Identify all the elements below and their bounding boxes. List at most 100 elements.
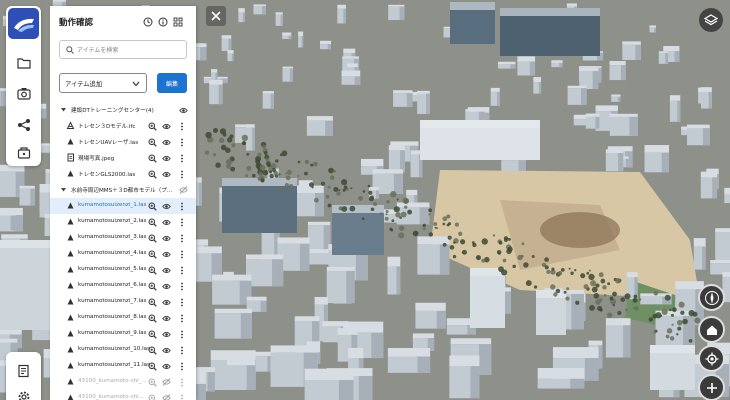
- tree-item-row[interactable]: kumamotosuizenzi_6.las: [50, 278, 196, 294]
- more-menu-icon[interactable]: [177, 281, 187, 291]
- rail-camera-button[interactable]: [11, 81, 36, 106]
- more-menu-icon[interactable]: [177, 233, 187, 243]
- tree-item-label: kumamotosuizenzi_9.las: [78, 330, 147, 336]
- locate-button[interactable]: [698, 345, 725, 372]
- tree-item-row[interactable]: トレセン３Dモデル.ifc: [50, 118, 196, 134]
- edit-button[interactable]: 編集: [157, 73, 187, 93]
- visibility-icon[interactable]: [161, 217, 171, 227]
- zoom-to-icon[interactable]: [147, 313, 157, 323]
- visibility-icon[interactable]: [161, 249, 171, 259]
- tree-item-row[interactable]: kumamotosuizenzi_2.las: [50, 214, 196, 230]
- tree-item-row[interactable]: kumamotosuizenzi_9.las: [50, 326, 196, 342]
- more-menu-icon[interactable]: [177, 329, 187, 339]
- more-menu-icon[interactable]: [177, 313, 187, 323]
- visibility-icon[interactable]: [161, 281, 171, 291]
- tree-item-row[interactable]: トレセンUAVレーザ.las: [50, 134, 196, 150]
- zoom-to-icon[interactable]: [147, 345, 157, 355]
- tree-item-row[interactable]: kumamotosuizenzi_10.las: [50, 342, 196, 358]
- more-menu-icon[interactable]: [177, 201, 187, 211]
- visibility-icon[interactable]: [161, 265, 171, 275]
- tree-item-row[interactable]: 43100_kumamoto-shi...: [50, 390, 196, 400]
- tree-item-row[interactable]: kumamotosuizenzi_3.las: [50, 230, 196, 246]
- visibility-icon[interactable]: [161, 361, 171, 371]
- tree-item-label: kumamotosuizenzi_1.las: [78, 202, 147, 208]
- visibility-icon[interactable]: [161, 121, 171, 131]
- grid-view-button[interactable]: [172, 16, 183, 27]
- info-button[interactable]: [157, 16, 168, 27]
- rail-folder-button[interactable]: [11, 50, 36, 75]
- visibility-off-icon[interactable]: [161, 393, 171, 400]
- close-icon: [211, 11, 221, 21]
- visibility-icon[interactable]: [161, 153, 171, 163]
- tree-item-row[interactable]: kumamotosuizenzi_4.las: [50, 246, 196, 262]
- caret-down-icon[interactable]: [59, 185, 68, 194]
- tree-folder-row[interactable]: 建設DTトレーニングセンター(4): [50, 102, 196, 118]
- zoom-to-icon[interactable]: [147, 281, 157, 291]
- visibility-icon[interactable]: [161, 297, 171, 307]
- rail-notes-button[interactable]: [11, 358, 36, 383]
- point-cloud-icon: [66, 393, 75, 400]
- zoom-to-icon[interactable]: [147, 297, 157, 307]
- tree-item-row[interactable]: kumamotosuizenzi_1.las: [50, 198, 196, 214]
- zoom-to-icon[interactable]: [147, 217, 157, 227]
- more-menu-icon[interactable]: [177, 121, 187, 131]
- zoom-in-button[interactable]: [698, 374, 725, 400]
- rail-drive-button[interactable]: [11, 140, 36, 165]
- tree-item-row[interactable]: kumamotosuizenzi_11.las: [50, 358, 196, 374]
- tree-item-label: 建設DTトレーニングセンター(4): [71, 108, 154, 114]
- home-button[interactable]: [698, 316, 725, 343]
- zoom-to-icon[interactable]: [147, 201, 157, 211]
- more-menu-icon[interactable]: [177, 297, 187, 307]
- zoom-to-icon[interactable]: [147, 265, 157, 275]
- visibility-off-icon[interactable]: [161, 377, 171, 387]
- visibility-icon[interactable]: [161, 329, 171, 339]
- more-menu-icon[interactable]: [177, 361, 187, 371]
- notes-icon: [17, 364, 29, 377]
- close-map-button[interactable]: [206, 6, 226, 26]
- zoom-to-icon[interactable]: [147, 233, 157, 243]
- more-menu-icon[interactable]: [177, 265, 187, 275]
- zoom-to-icon[interactable]: [147, 393, 157, 400]
- visibility-icon[interactable]: [161, 233, 171, 243]
- tree-item-row[interactable]: kumamotosuizenzi_8.las: [50, 310, 196, 326]
- compass-button[interactable]: [698, 284, 725, 311]
- visibility-off-icon[interactable]: [178, 185, 188, 195]
- zoom-to-icon[interactable]: [147, 169, 157, 179]
- zoom-to-icon[interactable]: [147, 377, 157, 387]
- add-item-select[interactable]: アイテム追加: [59, 73, 147, 93]
- tree-item-row[interactable]: トレセンGLS2000.las: [50, 166, 196, 182]
- tree-folder-row[interactable]: 水前寺周辺MMS＋３D都市モデル（プ...: [50, 182, 196, 198]
- rail-settings-button[interactable]: [11, 384, 36, 400]
- visibility-icon[interactable]: [161, 169, 171, 179]
- app-logo[interactable]: [8, 8, 39, 39]
- search-input[interactable]: [77, 44, 182, 56]
- tree-item-row[interactable]: 43100_kumamoto-shi_...: [50, 374, 196, 390]
- visibility-icon[interactable]: [161, 201, 171, 211]
- zoom-to-icon[interactable]: [147, 329, 157, 339]
- more-menu-icon[interactable]: [177, 217, 187, 227]
- visibility-icon[interactable]: [161, 313, 171, 323]
- tree-item-row[interactable]: kumamotosuizenzi_5.las: [50, 262, 196, 278]
- zoom-to-icon[interactable]: [147, 137, 157, 147]
- more-menu-icon[interactable]: [177, 249, 187, 259]
- tree-item-row[interactable]: 現場写真.jpeg: [50, 150, 196, 166]
- layers-button[interactable]: [699, 8, 723, 32]
- tree-item-label: kumamotosuizenzi_6.las: [78, 282, 147, 288]
- caret-down-icon[interactable]: [59, 105, 68, 114]
- zoom-to-icon[interactable]: [147, 153, 157, 163]
- more-menu-icon[interactable]: [177, 393, 187, 400]
- zoom-to-icon[interactable]: [147, 249, 157, 259]
- visibility-icon[interactable]: [178, 105, 188, 115]
- more-menu-icon[interactable]: [177, 377, 187, 387]
- more-menu-icon[interactable]: [177, 137, 187, 147]
- more-menu-icon[interactable]: [177, 153, 187, 163]
- visibility-icon[interactable]: [161, 137, 171, 147]
- zoom-to-icon[interactable]: [147, 121, 157, 131]
- visibility-icon[interactable]: [161, 345, 171, 355]
- zoom-to-icon[interactable]: [147, 361, 157, 371]
- more-menu-icon[interactable]: [177, 345, 187, 355]
- more-menu-icon[interactable]: [177, 169, 187, 179]
- history-button[interactable]: [142, 16, 153, 27]
- tree-item-row[interactable]: kumamotosuizenzi_7.las: [50, 294, 196, 310]
- rail-share-button[interactable]: [11, 112, 36, 137]
